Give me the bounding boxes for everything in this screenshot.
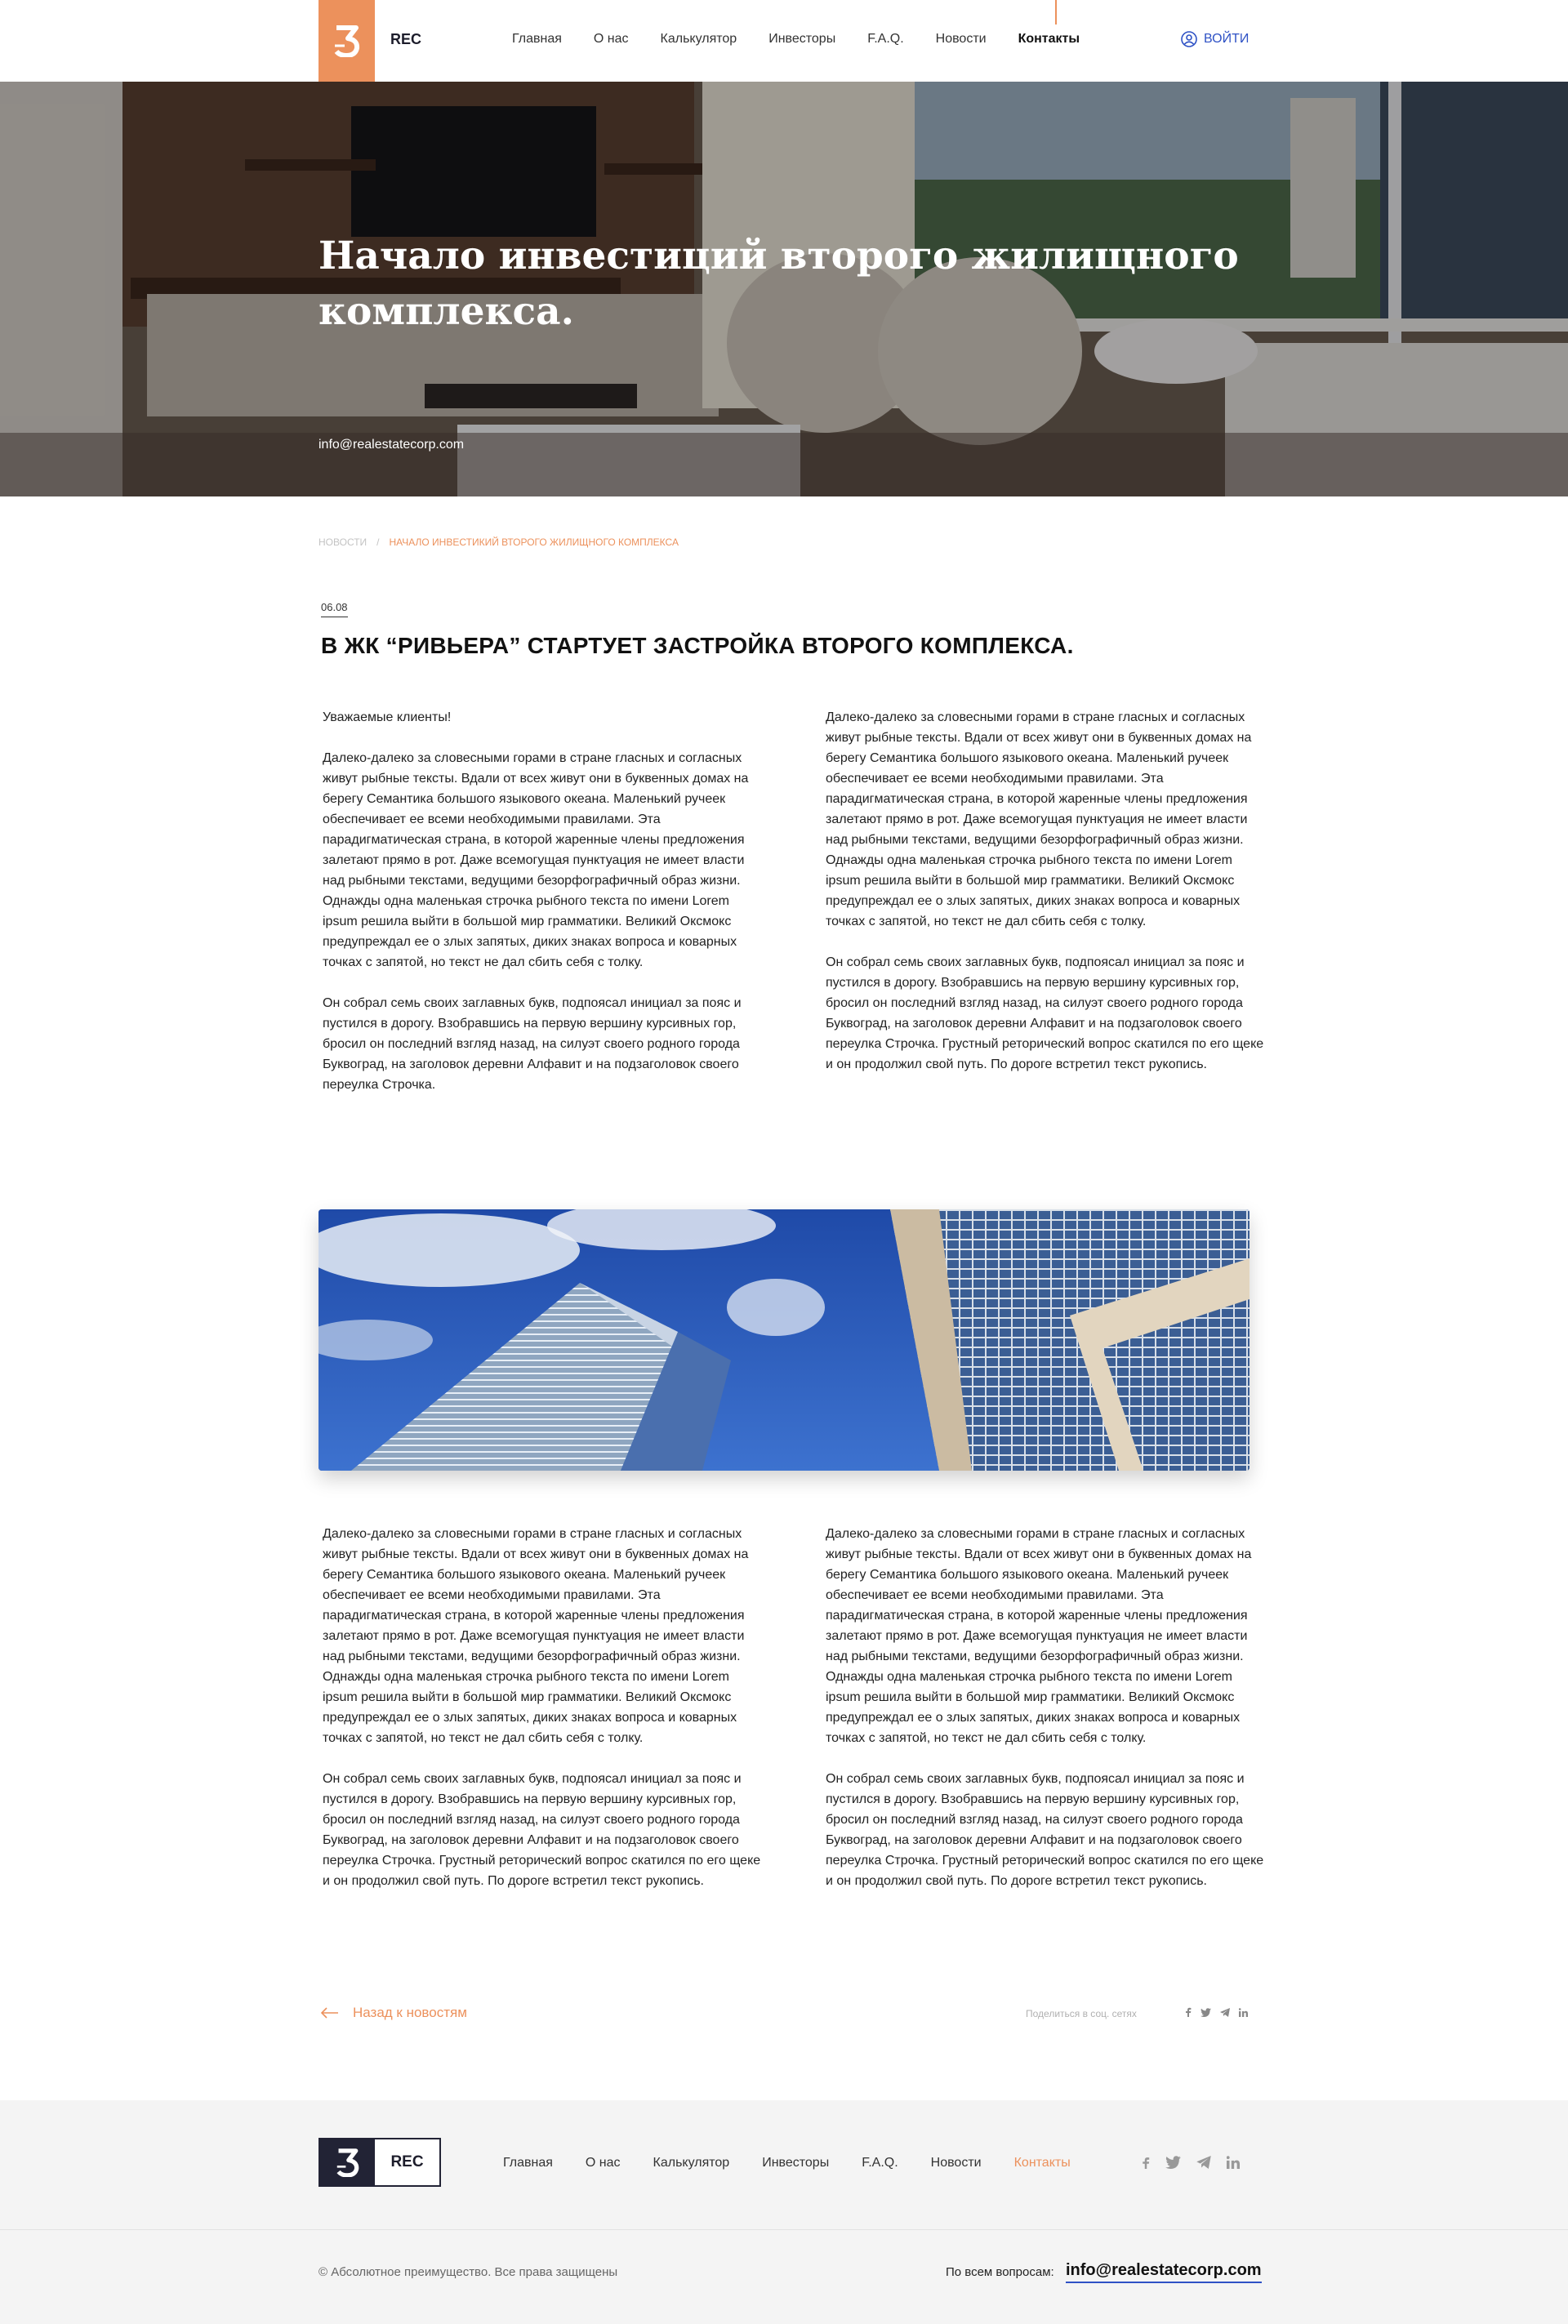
share-label: Поделиться в соц. сетях [1026,2008,1137,2019]
breadcrumb-separator: / [376,536,380,548]
breadcrumb-current: Начало инвестикий второго жилищного комп… [389,536,679,548]
footer-social-icons [1142,2156,1255,2174]
nav-item-about[interactable]: О нас [594,32,629,47]
logo-mark-icon [334,25,359,57]
footer-nav: Главная О нас Калькулятор Инвесторы F.A.… [503,2156,1103,2170]
telegram-icon[interactable] [1220,2006,1230,2021]
nav-item-faq[interactable]: F.A.Q. [867,32,903,47]
copyright: © Абсолютное преимущество. Все права защ… [318,2265,618,2279]
hero-title: Начало инвестиций второго жилищного комп… [318,234,1239,334]
site-footer [0,2100,1568,2324]
nav-item-home[interactable]: Главная [512,32,562,47]
article-date: 06.08 [321,601,348,617]
footer-divider [0,2229,1568,2230]
brand-name[interactable]: REC [390,31,421,48]
site-header: REC Главная О нас Калькулятор Инвесторы … [0,0,1568,82]
contact-email-link[interactable]: info@realestatecorp.com [1066,2261,1262,2283]
login-button[interactable]: ВОЙТИ [1181,31,1249,47]
twitter-icon[interactable] [1165,2156,1181,2174]
article-text-right-1: Далеко-далеко за словесными горами в стр… [826,710,1264,1071]
nav-item-calculator[interactable]: Калькулятор [661,32,737,47]
share-icons [1176,2006,1248,2021]
footer-nav-faq[interactable]: F.A.Q. [862,2156,898,2170]
breadcrumb: Новости / Начало инвестикий второго жили… [318,536,679,548]
facebook-icon[interactable] [1142,2156,1150,2174]
footer-logo[interactable]: REC [318,2138,441,2187]
article-text-right-2: Далеко-далеко за словесными горами в стр… [826,1527,1264,1888]
footer-nav-home[interactable]: Главная [503,2156,553,2170]
linkedin-icon[interactable] [1238,2006,1248,2021]
hero-email[interactable]: info@realestatecorp.com [318,438,464,452]
telegram-icon[interactable] [1196,2156,1211,2174]
footer-nav-about[interactable]: О нас [586,2156,621,2170]
logo[interactable] [318,0,375,82]
hero-banner: Начало инвестиций второго жилищного комп… [0,82,1568,496]
skyscraper-image [318,1209,1250,1471]
login-label: ВОЙТИ [1204,32,1250,46]
footer-nav-calculator[interactable]: Калькулятор [653,2156,730,2170]
breadcrumb-root[interactable]: Новости [318,536,367,548]
facebook-icon[interactable] [1185,2006,1192,2021]
nav-item-investors[interactable]: Инвесторы [768,32,835,47]
arrow-left-icon [321,2007,338,2019]
article-text-left-1: Уважаемые клиенты! Далеко-далеко за слов… [323,710,749,1092]
article-text-left-2: Далеко-далеко за словесными горами в стр… [323,1527,761,1888]
active-nav-marker [1055,0,1057,24]
article-title: В ЖК “РИВЬЕРА” СТАРТУЕТ ЗАСТРОЙКА ВТОРОГ… [321,633,1074,658]
contact-label: По всем вопросам: [946,2265,1054,2279]
footer-brand-name: REC [390,2153,424,2170]
twitter-icon[interactable] [1200,2006,1211,2021]
user-icon [1181,31,1197,47]
back-label: Назад к новостям [353,2005,467,2020]
main-nav: Главная О нас Калькулятор Инвесторы F.A.… [512,32,1111,47]
footer-logo-mark [320,2139,375,2185]
footer-nav-news[interactable]: Новости [931,2156,982,2170]
back-to-news-link[interactable]: Назад к новостям [321,2005,467,2021]
footer-nav-contacts[interactable]: Контакты [1014,2156,1071,2170]
logo-mark-icon [336,2148,359,2177]
article-image [318,1209,1250,1471]
nav-item-news[interactable]: Новости [936,32,987,47]
nav-item-contacts[interactable]: Контакты [1018,32,1080,47]
footer-nav-investors[interactable]: Инвесторы [762,2156,829,2170]
linkedin-icon[interactable] [1226,2156,1240,2174]
